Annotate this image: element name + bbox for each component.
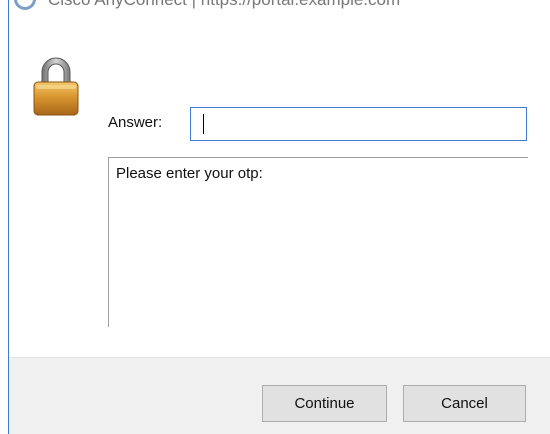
message-box: Please enter your otp:	[108, 157, 528, 327]
window-title: Cisco AnyConnect | https://portal.exampl…	[48, 0, 400, 10]
padlock-icon	[33, 57, 79, 116]
title-bar: Cisco AnyConnect | https://portal.exampl…	[0, 0, 550, 16]
answer-label: Answer:	[108, 114, 163, 131]
text-caret	[203, 114, 204, 134]
continue-button[interactable]: Continue	[262, 385, 387, 422]
cancel-button[interactable]: Cancel	[403, 385, 526, 422]
otp-dialog: Cisco AnyConnect | https://portal.exampl…	[0, 0, 550, 434]
message-text: Please enter your otp:	[116, 165, 263, 182]
anyconnect-icon	[14, 0, 36, 10]
answer-input[interactable]	[190, 107, 527, 141]
